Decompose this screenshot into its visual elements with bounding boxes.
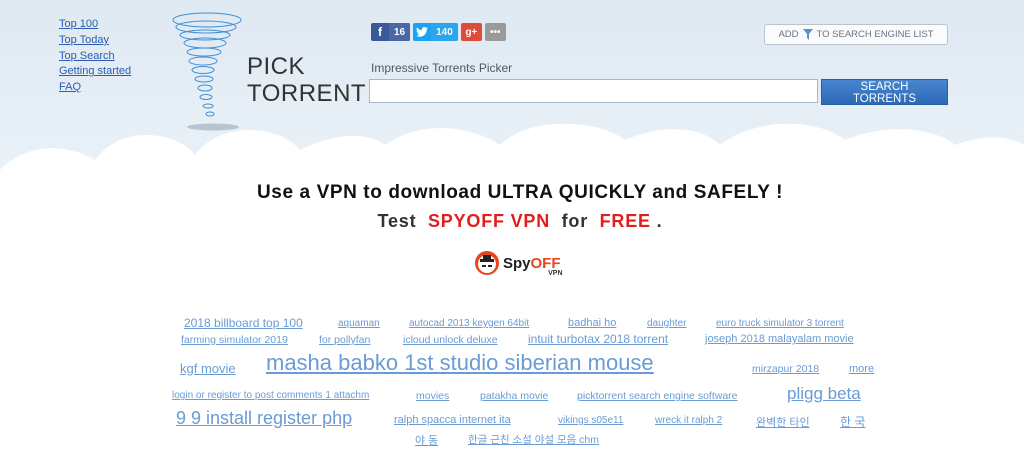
nav-link-top-today[interactable]: Top Today: [59, 33, 131, 49]
nav-link-getting-started[interactable]: Getting started: [59, 64, 131, 80]
google-plus-icon: g+: [465, 26, 478, 38]
tag-link[interactable]: pligg beta: [787, 384, 861, 404]
logo-line-torrent: TORRENT: [247, 80, 367, 107]
more-dots-icon: •••: [490, 26, 501, 38]
tag-link[interactable]: picktorrent search engine software: [577, 390, 738, 402]
tornado-logo-icon[interactable]: [165, 10, 250, 132]
tag-link[interactable]: kgf movie: [180, 361, 236, 376]
tag-link[interactable]: icloud unlock deluxe: [403, 334, 498, 346]
nav-link-faq[interactable]: FAQ: [59, 80, 131, 96]
promo-test-text: Test: [377, 211, 417, 231]
tag-link[interactable]: daughter: [647, 318, 686, 329]
tag-link[interactable]: 한 국: [840, 413, 865, 430]
top-nav: Top 100 Top Today Top Search Getting sta…: [59, 17, 131, 96]
promo-free-text: FREE: [599, 211, 651, 231]
site-tagline: Impressive Torrents Picker: [371, 61, 513, 75]
logo-line-pick: PICK: [247, 53, 306, 80]
tag-link[interactable]: autocad 2013 keygen 64bit: [409, 318, 529, 329]
social-share-bar: f 16 140 g+ •••: [371, 23, 506, 41]
tag-link[interactable]: patakha movie: [480, 390, 548, 402]
tag-link[interactable]: intuit turbotax 2018 torrent: [528, 332, 668, 346]
promo-for-text: for: [561, 211, 589, 231]
tag-link[interactable]: more: [849, 363, 874, 375]
tag-link[interactable]: ralph spacca internet ita: [394, 414, 511, 426]
spyoff-wordmark: SpyOFF VPN: [503, 254, 563, 277]
tag-link[interactable]: farming simulator 2019: [181, 334, 288, 346]
spyoff-logo[interactable]: SpyOFF VPN: [474, 250, 563, 277]
tag-link[interactable]: mirzapur 2018: [752, 363, 819, 375]
tag-link[interactable]: 한글 근친 소설 야설 모음 chm: [468, 432, 599, 447]
tag-link[interactable]: badhai ho: [568, 317, 616, 329]
funnel-icon: [802, 29, 813, 40]
tag-link[interactable]: 야 동: [415, 432, 438, 448]
twitter-share-button[interactable]: 140: [413, 23, 458, 41]
facebook-icon: f: [378, 25, 382, 39]
site-logo-text[interactable]: PICK TORRENT: [247, 53, 366, 107]
spyoff-spy-text: Spy: [503, 254, 531, 272]
twitter-icon: [413, 23, 431, 41]
nav-link-top-100[interactable]: Top 100: [59, 17, 131, 33]
search-input[interactable]: [369, 79, 818, 103]
tag-link[interactable]: for pollyfan: [319, 334, 370, 346]
google-plus-share-button[interactable]: g+: [460, 23, 482, 41]
add-to-search-engine-button[interactable]: ADD TO SEARCH ENGINE LIST: [764, 24, 948, 45]
more-share-button[interactable]: •••: [484, 23, 506, 41]
tag-link[interactable]: 9 9 install register php: [176, 408, 352, 429]
nav-link-top-search[interactable]: Top Search: [59, 49, 131, 65]
spyoff-vpn-text: VPN: [548, 269, 563, 277]
tag-link[interactable]: masha babko 1st studio siberian mouse: [266, 350, 654, 376]
tag-link[interactable]: 완벽한 타인: [756, 414, 810, 430]
add-suffix-label: TO SEARCH ENGINE LIST: [816, 29, 934, 40]
facebook-share-count: 16: [389, 23, 411, 41]
tag-link[interactable]: login or register to post comments 1 att…: [172, 390, 369, 401]
search-torrents-button[interactable]: SEARCH TORRENTS: [821, 79, 948, 105]
tag-link[interactable]: wreck it ralph 2: [655, 415, 722, 426]
promo-brand-text: SPYOFF VPN: [427, 211, 551, 231]
tag-link[interactable]: euro truck simulator 3 torrent: [716, 318, 844, 329]
tag-link[interactable]: vikings s05e11: [558, 415, 623, 426]
add-label: ADD: [778, 29, 799, 40]
vpn-promo-headline[interactable]: Use a VPN to download ULTRA QUICKLY and …: [0, 182, 1024, 204]
tag-link[interactable]: aquaman: [338, 318, 380, 329]
promo-period: .: [656, 211, 663, 231]
facebook-share-button[interactable]: f 16: [371, 23, 411, 41]
tag-link[interactable]: 2018 billboard top 100: [184, 316, 303, 330]
spy-hat-icon: [475, 251, 499, 275]
twitter-share-count: 140: [431, 23, 458, 41]
tag-link[interactable]: joseph 2018 malayalam movie: [705, 333, 854, 345]
tag-link[interactable]: movies: [416, 390, 449, 402]
vpn-promo-offer[interactable]: Test SPYOFF VPN for FREE .: [0, 211, 1024, 232]
